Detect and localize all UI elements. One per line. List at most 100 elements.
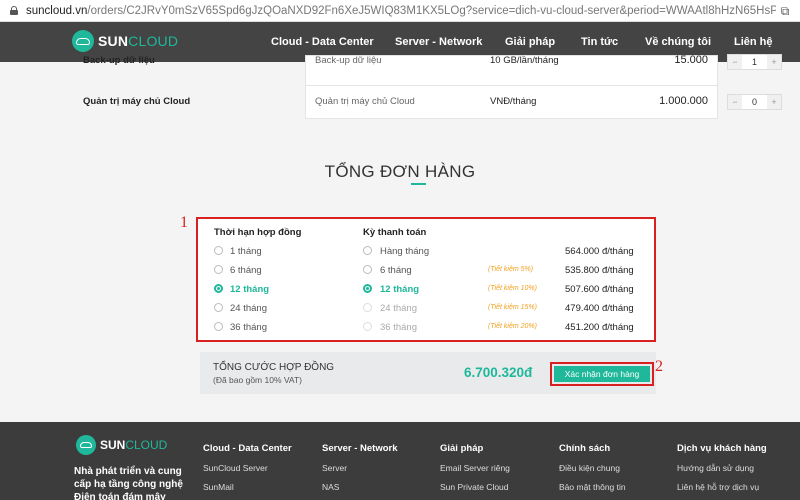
- service-description: Back-up dữ liệu: [315, 55, 382, 66]
- term-radio-1-thang[interactable]: [214, 246, 223, 255]
- order-summary-title: TỔNG ĐƠN HÀNG: [324, 162, 476, 181]
- quantity-stepper[interactable]: − 0 +: [727, 94, 782, 110]
- footer-column-server: Server - Network Server NAS: [322, 443, 398, 492]
- cycle-option-label[interactable]: 36 tháng: [380, 322, 417, 333]
- footer-column-head: Dịch vụ khách hàng: [677, 443, 767, 454]
- footer-link[interactable]: Điều kiện chung: [559, 463, 626, 473]
- footer-link[interactable]: SunMail: [203, 482, 292, 492]
- term-option-label[interactable]: 12 tháng: [230, 284, 269, 295]
- increase-button[interactable]: +: [767, 95, 781, 109]
- footer-column-head: Cloud - Data Center: [203, 443, 292, 454]
- saving-label: (Tiết kiệm 15%): [488, 304, 537, 311]
- cycle-radio-36-thang[interactable]: [363, 322, 372, 331]
- brand-name: SUNCLOUD: [98, 33, 179, 49]
- term-radio-24-thang[interactable]: [214, 303, 223, 312]
- billing-options-panel: Thời hạn hợp đồng Kỳ thanh toán 1 tháng …: [196, 217, 656, 342]
- cycle-option-label[interactable]: 12 tháng: [380, 284, 419, 295]
- share-icon[interactable]: ⧉: [778, 4, 792, 18]
- term-option-label[interactable]: 24 tháng: [230, 303, 267, 314]
- quantity-stepper[interactable]: − 1 +: [727, 54, 782, 70]
- footer-column-head: Chính sách: [559, 443, 611, 454]
- service-price: 1.000.000: [659, 95, 708, 107]
- nav-item-cloud-data-center[interactable]: Cloud - Data Center: [271, 36, 374, 48]
- footer-link[interactable]: Hướng dẫn sử dụng: [677, 463, 767, 473]
- term-option-label[interactable]: 1 tháng: [230, 246, 262, 257]
- term-radio-12-thang[interactable]: [214, 284, 223, 293]
- url-host: suncloud.vn: [26, 4, 88, 17]
- order-content: Back-up dữ liệu Back-up dữ liệu 10 GB/lầ…: [0, 54, 800, 422]
- vat-note: (Đã bao gồm 10% VAT): [213, 375, 302, 385]
- service-row-backup: Back-up dữ liệu Back-up dữ liệu 10 GB/lầ…: [0, 54, 800, 89]
- footer-tagline: Nhà phát triển và cung cấp hạ tầng công …: [74, 466, 183, 500]
- footer-column-cloud: Cloud - Data Center SunCloud Server SunM…: [203, 443, 292, 492]
- footer-link[interactable]: Server: [322, 463, 398, 473]
- browser-address-bar[interactable]: suncloud.vn/orders/C2JRvY0mSzV65Spd6gJzQ…: [0, 0, 800, 22]
- contract-total-panel: TỔNG CƯỚC HỢP ĐỒNG (Đã bao gồm 10% VAT) …: [200, 352, 656, 394]
- service-name: Back-up dữ liệu: [83, 55, 155, 66]
- confirm-highlight: Xác nhận đơn hàng: [550, 362, 654, 386]
- option-price: 507.600 đ/tháng: [565, 284, 634, 295]
- option-price: 451.200 đ/tháng: [565, 322, 634, 333]
- footer-link[interactable]: Email Server riêng: [440, 463, 510, 473]
- site-footer: SUNCLOUD Nhà phát triển và cung cấp hạ t…: [0, 422, 800, 500]
- total-amount: 6.700.320đ: [464, 365, 533, 380]
- confirm-order-button[interactable]: Xác nhận đơn hàng: [554, 366, 650, 382]
- cycle-radio-24-thang[interactable]: [363, 303, 372, 312]
- suncloud-logo[interactable]: SUNCLOUD: [72, 30, 178, 52]
- footer-column-policy: Chính sách Điều kiện chung Bảo mật thông…: [559, 443, 626, 492]
- service-row-cloud-admin: Quản trị máy chủ Cloud Quản trị máy chủ …: [0, 85, 800, 119]
- url-path: /orders/C2JRvY0mSzV65Spd6gJzQOaNXD92Fn6X…: [87, 4, 776, 17]
- cycle-option-label[interactable]: 6 tháng: [380, 265, 412, 276]
- decrease-button[interactable]: −: [728, 55, 742, 69]
- nav-item-tin-tuc[interactable]: Tin tức: [581, 36, 618, 48]
- nav-item-ve-chung-toi[interactable]: Về chúng tôi: [645, 36, 711, 48]
- cycle-radio-6-thang[interactable]: [363, 265, 372, 274]
- option-price: 564.000 đ/tháng: [565, 246, 634, 257]
- footer-column-support: Dịch vụ khách hàng Hướng dẫn sử dụng Liê…: [677, 443, 767, 492]
- term-option-label[interactable]: 6 tháng: [230, 265, 262, 276]
- footer-column-solutions: Giải pháp Email Server riêng Sun Private…: [440, 443, 510, 492]
- footer-link[interactable]: SunCloud Server: [203, 463, 292, 473]
- cycle-option-label[interactable]: 24 tháng: [380, 303, 417, 314]
- service-name: Quản trị máy chủ Cloud: [83, 96, 191, 107]
- decrease-button[interactable]: −: [728, 95, 742, 109]
- url-text[interactable]: suncloud.vn/orders/C2JRvY0mSzV65Spd6gJzQ…: [26, 5, 776, 17]
- option-price: 479.400 đ/tháng: [565, 303, 634, 314]
- footer-link[interactable]: Sun Private Cloud: [440, 482, 510, 492]
- term-option-label[interactable]: 36 tháng: [230, 322, 267, 333]
- quantity-value[interactable]: 1: [742, 55, 767, 69]
- saving-label: (Tiết kiệm 10%): [488, 285, 537, 292]
- footer-link[interactable]: Bảo mật thông tin: [559, 482, 626, 492]
- nav-item-lien-he[interactable]: Liên hệ: [734, 36, 773, 48]
- footer-logo[interactable]: SUNCLOUD: [76, 435, 167, 455]
- total-label: TỔNG CƯỚC HỢP ĐỒNG: [213, 362, 335, 373]
- service-price: 15.000: [674, 54, 708, 66]
- footer-link[interactable]: Liên hệ hỗ trợ dịch vụ: [677, 482, 767, 492]
- footer-column-head: Giải pháp: [440, 443, 484, 454]
- term-radio-36-thang[interactable]: [214, 322, 223, 331]
- footer-brand-name: SUNCLOUD: [100, 438, 168, 452]
- nav-item-giai-phap[interactable]: Giải pháp: [505, 36, 555, 48]
- contract-term-header: Thời hạn hợp đồng: [214, 227, 302, 238]
- option-price: 535.800 đ/tháng: [565, 265, 634, 276]
- increase-button[interactable]: +: [767, 55, 781, 69]
- cycle-radio-12-thang[interactable]: [363, 284, 372, 293]
- saving-label: (Tiết kiệm 20%): [488, 323, 537, 330]
- saving-label: (Tiết kiệm 5%): [488, 266, 534, 273]
- cloud-logo-icon: [76, 435, 96, 455]
- footer-column-head: Server - Network: [322, 443, 398, 454]
- annotation-number-2: 2: [655, 358, 663, 375]
- service-description: Quản trị máy chủ Cloud: [315, 96, 415, 107]
- term-radio-6-thang[interactable]: [214, 265, 223, 274]
- quantity-value[interactable]: 0: [742, 95, 767, 109]
- footer-link[interactable]: NAS: [322, 482, 398, 492]
- cloud-logo-icon: [72, 30, 94, 52]
- lock-icon: [10, 6, 18, 15]
- service-unit: 10 GB/lần/tháng: [490, 55, 559, 66]
- cycle-option-label[interactable]: Hàng tháng: [380, 246, 429, 257]
- nav-item-server-network[interactable]: Server - Network: [395, 36, 482, 48]
- cycle-radio-hang-thang[interactable]: [363, 246, 372, 255]
- annotation-number-1: 1: [180, 214, 188, 231]
- title-underline: [411, 183, 426, 185]
- service-unit: VNĐ/tháng: [490, 96, 537, 107]
